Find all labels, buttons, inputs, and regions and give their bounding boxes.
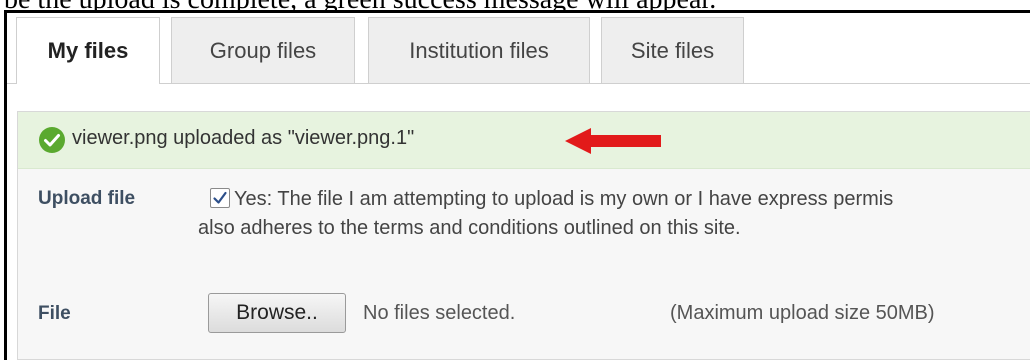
upload-panel: viewer.png uploaded as "viewer.png.1" Up… bbox=[17, 111, 1030, 360]
file-status: No files selected. bbox=[363, 302, 516, 324]
max-upload-size: (Maximum upload size 50MB) bbox=[670, 302, 935, 324]
checkmark-icon bbox=[213, 191, 227, 204]
tab-label: Site files bbox=[630, 37, 715, 63]
file-tabs: My files Group files Institution files S… bbox=[7, 13, 1030, 84]
tab-my-files[interactable]: My files bbox=[16, 17, 160, 84]
tab-label: My files bbox=[47, 38, 129, 63]
tab-site-files[interactable]: Site files bbox=[601, 17, 744, 83]
tab-label: Group files bbox=[209, 37, 317, 63]
screenshot-frame: My files Group files Institution files S… bbox=[4, 10, 1030, 360]
permission-statement: Yes: The file I am attempting to upload … bbox=[198, 185, 894, 239]
tab-group-files[interactable]: Group files bbox=[171, 17, 355, 83]
check-circle-icon bbox=[39, 127, 65, 153]
permission-checkbox[interactable] bbox=[210, 188, 230, 208]
success-text: viewer.png uploaded as "viewer.png.1" bbox=[72, 127, 415, 149]
tab-institution-files[interactable]: Institution files bbox=[368, 17, 590, 83]
browse-button[interactable]: Browse.. bbox=[208, 293, 346, 333]
upload-file-label: Upload file bbox=[38, 188, 136, 209]
success-message: viewer.png uploaded as "viewer.png.1" bbox=[18, 112, 1030, 169]
permission-line-1: Yes: The file I am attempting to upload … bbox=[234, 188, 894, 210]
tab-label: Institution files bbox=[409, 37, 549, 63]
file-label: File bbox=[38, 303, 71, 324]
arrow-left-icon bbox=[565, 128, 661, 154]
permission-line-2: also adheres to the terms and conditions… bbox=[198, 217, 741, 239]
